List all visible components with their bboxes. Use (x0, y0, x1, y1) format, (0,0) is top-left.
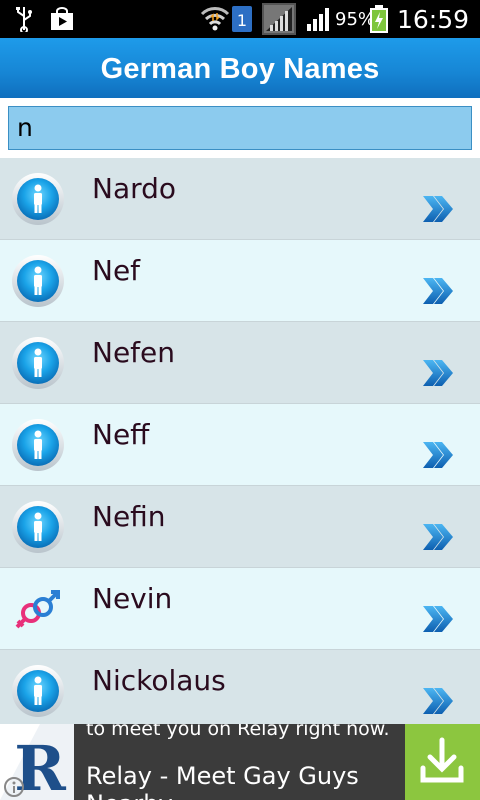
list-item-label: Nefin (92, 500, 166, 533)
male-icon (12, 419, 64, 471)
battery-percent: 95% (335, 8, 376, 30)
page-title: German Boy Names (100, 53, 380, 85)
chevron-right-icon[interactable] (421, 440, 455, 470)
clock: 16:59 (397, 4, 470, 34)
list-item[interactable]: Nef (0, 240, 480, 322)
list-item-label: Nef (92, 254, 141, 287)
male-icon (12, 255, 64, 307)
info-icon[interactable] (3, 776, 25, 798)
chevron-right-icon[interactable] (421, 194, 455, 224)
name-list: Nardo Nef Nefen Neff Nefin Nevin Nickola… (0, 158, 480, 724)
ad-download-button[interactable] (405, 724, 480, 800)
wifi-icon (200, 0, 230, 38)
chevron-right-icon[interactable] (421, 358, 455, 388)
list-item-label: Nevin (92, 582, 173, 615)
usb-icon (14, 0, 34, 38)
status-bar: 1 95% 16:59 (0, 0, 480, 38)
search-area (0, 98, 480, 158)
search-input[interactable] (8, 106, 472, 150)
app-screen: 1 95% 16:59 German Boy Names Nardo (0, 0, 480, 800)
list-item[interactable]: Neff (0, 404, 480, 486)
list-item-label: Neff (92, 418, 150, 451)
download-icon (420, 737, 464, 783)
svg-text:1: 1 (237, 11, 247, 30)
signal-icon (262, 0, 296, 38)
ad-text: to meet you on Relay right now. (86, 724, 390, 740)
list-item[interactable]: Nefin (0, 486, 480, 568)
list-item[interactable]: Nefen (0, 322, 480, 404)
list-item-label: Nardo (92, 172, 177, 205)
male-icon (12, 337, 64, 389)
list-item-label: Nefen (92, 336, 176, 369)
shopping-bag-icon (50, 0, 74, 38)
male-icon (12, 501, 64, 553)
ad-banner[interactable]: R to meet you on Relay right now. Relay … (0, 724, 480, 800)
chevron-right-icon[interactable] (421, 686, 455, 716)
signal-icon (306, 0, 332, 38)
sim-icon: 1 (232, 0, 252, 38)
list-item-label: Nickolaus (92, 664, 226, 697)
ad-title: Relay - Meet Gay Guys (86, 762, 359, 790)
battery-charging-icon (370, 0, 388, 38)
list-item[interactable]: Nardo (0, 158, 480, 240)
chevron-right-icon[interactable] (421, 604, 455, 634)
list-item[interactable]: Nickolaus (0, 650, 480, 724)
chevron-right-icon[interactable] (421, 522, 455, 552)
chevron-right-icon[interactable] (421, 276, 455, 306)
unisex-icon (15, 590, 60, 629)
male-icon (12, 173, 64, 225)
ad-title-continued: Nearby (86, 790, 173, 800)
list-item[interactable]: Nevin (0, 568, 480, 650)
male-icon (12, 665, 64, 717)
title-bar: German Boy Names (0, 38, 480, 98)
